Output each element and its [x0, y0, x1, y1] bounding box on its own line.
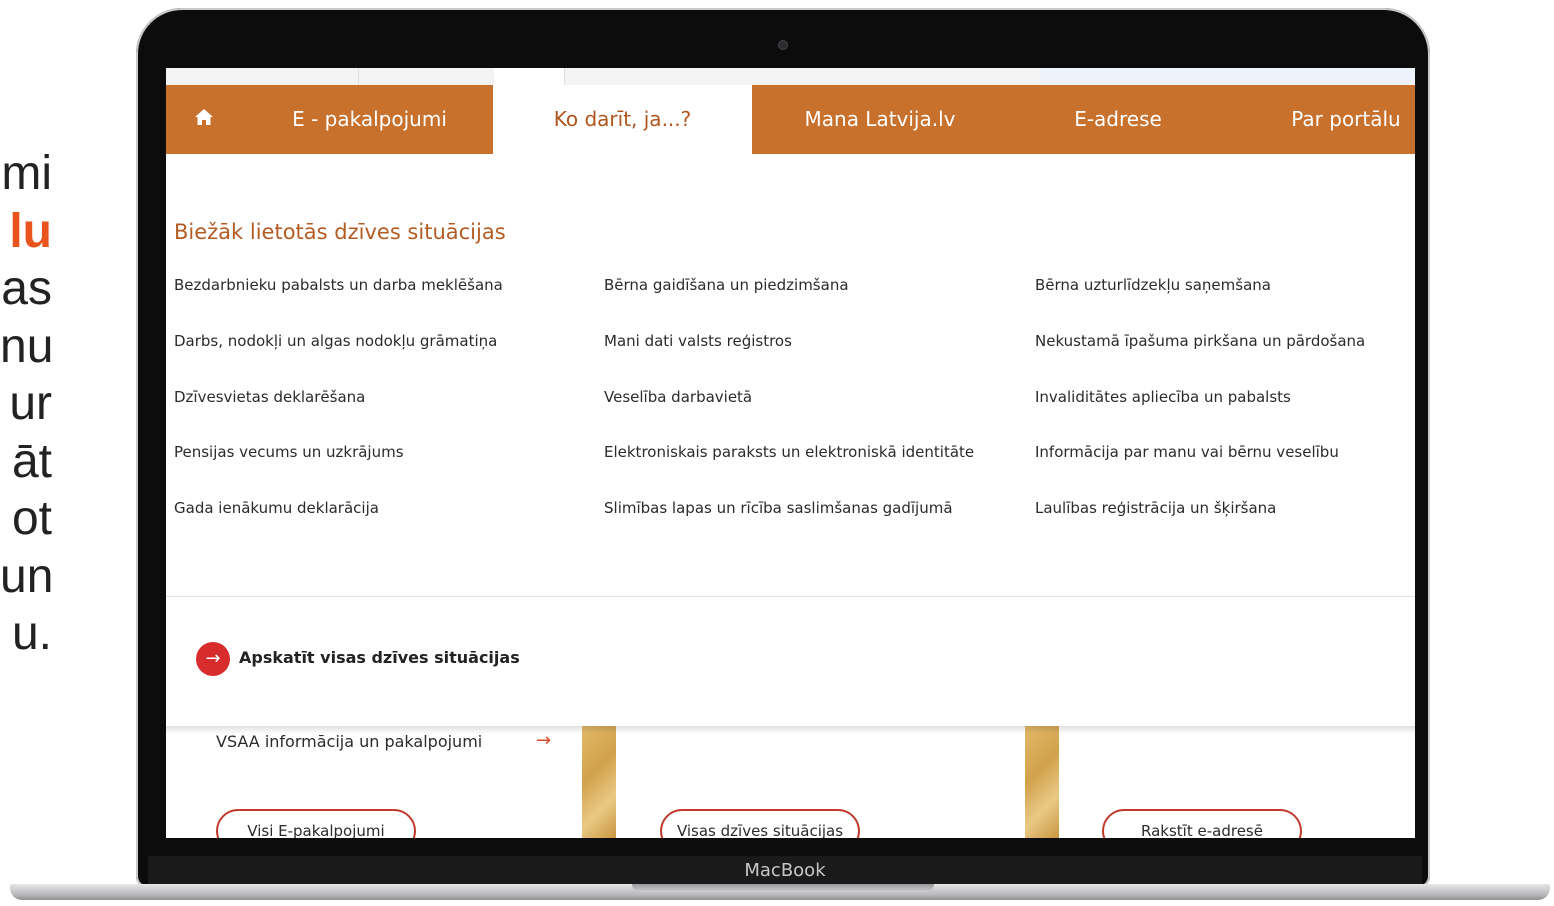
life-situation-link[interactable]: Dzīvesvietas deklarēšana — [174, 388, 503, 444]
life-situation-link[interactable]: Elektroniskais paraksts un elektroniskā … — [604, 443, 974, 499]
mega-menu-column-2: Bērna gaidīšana un piedzimšana Mani dati… — [604, 276, 974, 555]
device-label: MacBook — [744, 860, 826, 881]
laptop-base-notch — [632, 884, 934, 892]
laptop-chin: MacBook — [148, 856, 1422, 886]
mega-menu: Biežāk lietotās dzīves situācijas Bezdar… — [166, 154, 1415, 726]
slide-text-line: mi — [1, 147, 52, 200]
top-strip-segment — [1040, 68, 1415, 85]
life-situation-link[interactable]: Laulības reģistrācija un šķiršana — [1035, 499, 1365, 555]
slide-text: mi lu as nu ur āt ot un u. — [0, 145, 52, 663]
see-all-label: Apskatīt visas dzīves situācijas — [239, 648, 520, 667]
slide-text-line: nu — [0, 319, 52, 373]
write-e-address-button[interactable]: Rakstīt e-adresē — [1102, 809, 1302, 838]
slide-text-line: ur — [9, 377, 52, 430]
life-situation-link[interactable]: Pensijas vecums un uzkrājums — [174, 443, 503, 499]
life-situation-link[interactable]: Bezdarbnieku pabalsts un darba meklēšana — [174, 276, 503, 332]
all-e-services-button[interactable]: Visi E-pakalpojumi — [216, 809, 416, 838]
life-situation-link[interactable]: Bērna uzturlīdzekļu saņemšana — [1035, 276, 1365, 332]
nav-e-adrese[interactable]: E-adrese — [1008, 85, 1228, 154]
camera-icon — [778, 40, 788, 50]
mega-menu-column-3: Bērna uzturlīdzekļu saņemšana Nekustamā … — [1035, 276, 1365, 555]
mega-menu-column-1: Bezdarbnieku pabalsts un darba meklēšana… — [174, 276, 503, 555]
decorative-wood-strip — [1025, 726, 1059, 838]
life-situation-link[interactable]: Bērna gaidīšana un piedzimšana — [604, 276, 974, 332]
life-situation-link[interactable]: Darbs, nodokļi un algas nodokļu grāmatiņ… — [174, 332, 503, 388]
slide-text-line-accent: lu — [9, 204, 52, 258]
all-life-situations-button[interactable]: Visas dzīves situācijas — [660, 809, 860, 838]
nav-par-portalu[interactable]: Par portālu — [1228, 85, 1415, 154]
home-icon — [195, 109, 213, 125]
nav-home[interactable] — [166, 85, 246, 154]
top-strip-segment — [166, 68, 359, 85]
vsaa-link[interactable]: VSAA informācija un pakalpojumi — [216, 732, 482, 751]
life-situation-link[interactable]: Mani dati valsts reģistros — [604, 332, 974, 388]
laptop-screen: E - pakalpojumi Ko darīt, ja...? Mana La… — [166, 68, 1415, 838]
life-situation-link[interactable]: Invaliditātes apliecība un pabalsts — [1035, 388, 1365, 444]
mega-menu-title: Biežāk lietotās dzīves situācijas — [174, 220, 506, 244]
page-content-below: VSAA informācija un pakalpojumi → Visi E… — [166, 726, 1415, 838]
slide-text-line: un — [0, 549, 52, 603]
life-situation-link[interactable]: Informācija par manu vai bērnu veselību — [1035, 443, 1365, 499]
slide-text-line: as — [1, 262, 52, 315]
decorative-wood-strip — [582, 726, 616, 838]
top-strip — [166, 68, 1415, 85]
life-situation-link[interactable]: Nekustamā īpašuma pirkšana un pārdošana — [1035, 332, 1365, 388]
top-strip-segment — [494, 68, 565, 85]
slide-text-line: āt — [11, 434, 52, 488]
nav-mana-latvija[interactable]: Mana Latvija.lv — [752, 85, 1008, 154]
life-situation-link[interactable]: Gada ienākumu deklarācija — [174, 499, 503, 555]
nav-ko-darit[interactable]: Ko darīt, ja...? — [493, 85, 752, 154]
life-situation-link[interactable]: Slimības lapas un rīcība saslimšanas gad… — [604, 499, 974, 555]
life-situation-link[interactable]: Veselība darbavietā — [604, 388, 974, 444]
main-nav: E - pakalpojumi Ko darīt, ja...? Mana La… — [166, 85, 1415, 154]
mega-menu-shadow — [166, 726, 1415, 734]
nav-e-pakalpojumi[interactable]: E - pakalpojumi — [246, 85, 493, 154]
slide-text-line: u. — [11, 607, 52, 660]
top-strip-segment — [358, 68, 495, 85]
mega-menu-divider — [166, 596, 1415, 597]
slide-text-line: ot — [11, 492, 52, 545]
arrow-right-icon: → — [196, 642, 230, 676]
